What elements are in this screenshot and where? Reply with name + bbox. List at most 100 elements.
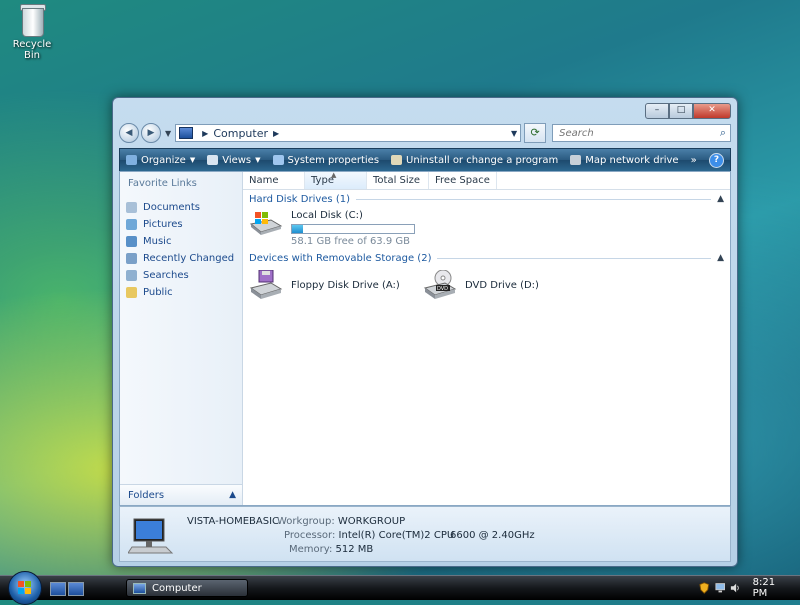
volume-icon[interactable] [730,582,741,594]
column-headers: Name ▲ Type Total Size Free Space [243,171,730,190]
uninstall-program-button[interactable]: Uninstall or change a program [385,149,564,171]
caption-buttons: – □ ✕ [645,103,731,119]
drive-floppy-a[interactable]: Floppy Disk Drive (A:) [249,269,400,299]
map-network-drive-label: Map network drive [585,154,679,166]
navigation-pane: Favorite Links Documents Pictures Music … [120,172,243,505]
minimize-button[interactable]: – [645,103,669,119]
group-header-hard-disk-drives[interactable]: Hard Disk Drives (1) ▲ [249,192,724,206]
uninstall-icon [391,155,403,165]
public-folder-icon [126,287,137,298]
floppy-drive-icon [249,269,283,299]
chevron-up-icon: ▲ [229,490,236,500]
windows-logo-icon [18,581,31,594]
memory-value: 512 MB [335,544,374,555]
search-icon[interactable]: ⌕ [720,126,726,140]
documents-icon [126,202,137,213]
search-box[interactable]: ⌕ [552,124,731,142]
drive-name: Floppy Disk Drive (A:) [291,280,400,291]
breadcrumb-computer[interactable]: Computer [213,127,268,140]
explorer-window: – □ ✕ ◀ ▶ ▼ ▶ Computer ▶ ▼ ⟳ ⌕ Organize … [112,97,738,567]
computer-icon [179,127,194,139]
address-dropdown-icon[interactable]: ▼ [511,129,517,138]
favorite-link-music[interactable]: Music [120,233,242,250]
organize-label: Organize [141,154,186,166]
favorite-link-searches[interactable]: Searches [120,267,242,284]
close-button[interactable]: ✕ [693,103,731,119]
favorite-link-documents[interactable]: Documents [120,199,242,216]
file-list: Name ▲ Type Total Size Free Space Hard Di… [243,171,730,505]
views-button[interactable]: Views ▼ [201,149,266,171]
breadcrumb-separator-icon[interactable]: ▶ [202,129,208,138]
clock[interactable]: 8:21 PM [753,577,788,599]
system-properties-button[interactable]: System properties [267,149,386,171]
recently-changed-icon [126,253,137,264]
computer-name: VISTA-HOMEBASIC [187,516,280,527]
folders-label: Folders [128,489,165,501]
computer-icon [127,517,174,554]
organize-button[interactable]: Organize ▼ [120,149,201,171]
processor-speed: 6600 @ 2.40GHz [450,530,535,541]
chevron-up-icon: ▲ [717,194,724,204]
favorite-link-public[interactable]: Public [120,284,242,301]
favorite-links-list: Documents Pictures Music Recently Change… [120,199,242,301]
taskbar-button-computer[interactable]: Computer [126,579,248,597]
address-row: ◀ ▶ ▼ ▶ Computer ▶ ▼ ⟳ ⌕ [119,122,731,144]
organize-icon [126,155,137,165]
maximize-button[interactable]: □ [669,103,693,119]
favorite-link-pictures[interactable]: Pictures [120,216,242,233]
address-bar[interactable]: ▶ Computer ▶ ▼ [175,124,522,142]
workgroup-value: WORKGROUP [337,516,406,527]
processor-value: Intel(R) Core(TM)2 CPU [338,530,455,541]
switch-windows-icon[interactable] [68,582,84,596]
favorite-link-recently-changed[interactable]: Recently Changed [120,250,242,267]
drive-dvd-d[interactable]: DVD DVD Drive (D:) [423,269,539,299]
network-drive-icon [570,155,582,165]
drive-name: Local Disk (C:) [291,210,363,221]
favorite-links-title: Favorite Links [128,178,197,189]
computer-icon [133,582,146,594]
show-desktop-icon[interactable] [50,582,66,596]
drive-local-disk-c[interactable]: Local Disk (C:) 58.1 GB free of 63.9 GB [249,210,415,247]
music-icon [126,236,137,247]
recycle-bin-desktop-icon[interactable]: Recycle Bin [6,2,58,61]
group-header-removable-storage[interactable]: Devices with Removable Storage (2) ▲ [249,251,724,265]
command-bar: Organize ▼ Views ▼ System properties Uni… [119,148,731,172]
uninstall-label: Uninstall or change a program [406,154,559,166]
hard-drive-icon [249,210,283,236]
chevron-down-icon: ▼ [189,156,196,164]
more-commands-button[interactable]: » [685,149,703,171]
details-pane: VISTA-HOMEBASIC Workgroup: WORKGROUP Pro… [119,506,731,562]
column-header-type[interactable]: ▲ Type [305,171,367,189]
content-area: Favorite Links Documents Pictures Music … [119,171,731,506]
search-input[interactable] [557,126,720,140]
folders-toggle[interactable]: Folders ▲ [120,484,242,505]
drive-free-space: 58.1 GB free of 63.9 GB [291,236,410,247]
map-network-drive-button[interactable]: Map network drive [564,149,684,171]
workgroup-label: Workgroup: [277,516,335,527]
recent-pages-dropdown[interactable]: ▼ [165,129,171,138]
refresh-button[interactable]: ⟳ [524,123,547,143]
recycle-bin-icon [18,2,46,37]
system-tray: 8:21 PM [694,576,800,600]
security-shield-icon[interactable] [699,582,710,594]
breadcrumb-separator-icon[interactable]: ▶ [273,129,279,138]
chevron-up-icon: ▲ [717,253,724,263]
views-icon [207,155,219,165]
column-header-total-size[interactable]: Total Size [367,172,429,189]
drive-name: DVD Drive (D:) [465,280,539,291]
dvd-icon-label: DVD [437,286,448,292]
column-header-name[interactable]: Name [243,172,305,189]
processor-label: Processor: [284,530,336,541]
system-properties-label: System properties [287,154,380,166]
sort-up-icon: ▲ [331,171,337,179]
help-icon[interactable]: ? [709,152,724,168]
network-icon[interactable] [714,582,726,594]
forward-button[interactable]: ▶ [141,123,161,143]
searches-icon [126,270,137,281]
column-header-free-space[interactable]: Free Space [429,172,497,189]
memory-label: Memory: [289,544,333,555]
views-label: Views [222,154,252,166]
back-button[interactable]: ◀ [119,123,139,143]
disk-usage-bar [291,224,415,234]
pictures-icon [126,219,137,230]
